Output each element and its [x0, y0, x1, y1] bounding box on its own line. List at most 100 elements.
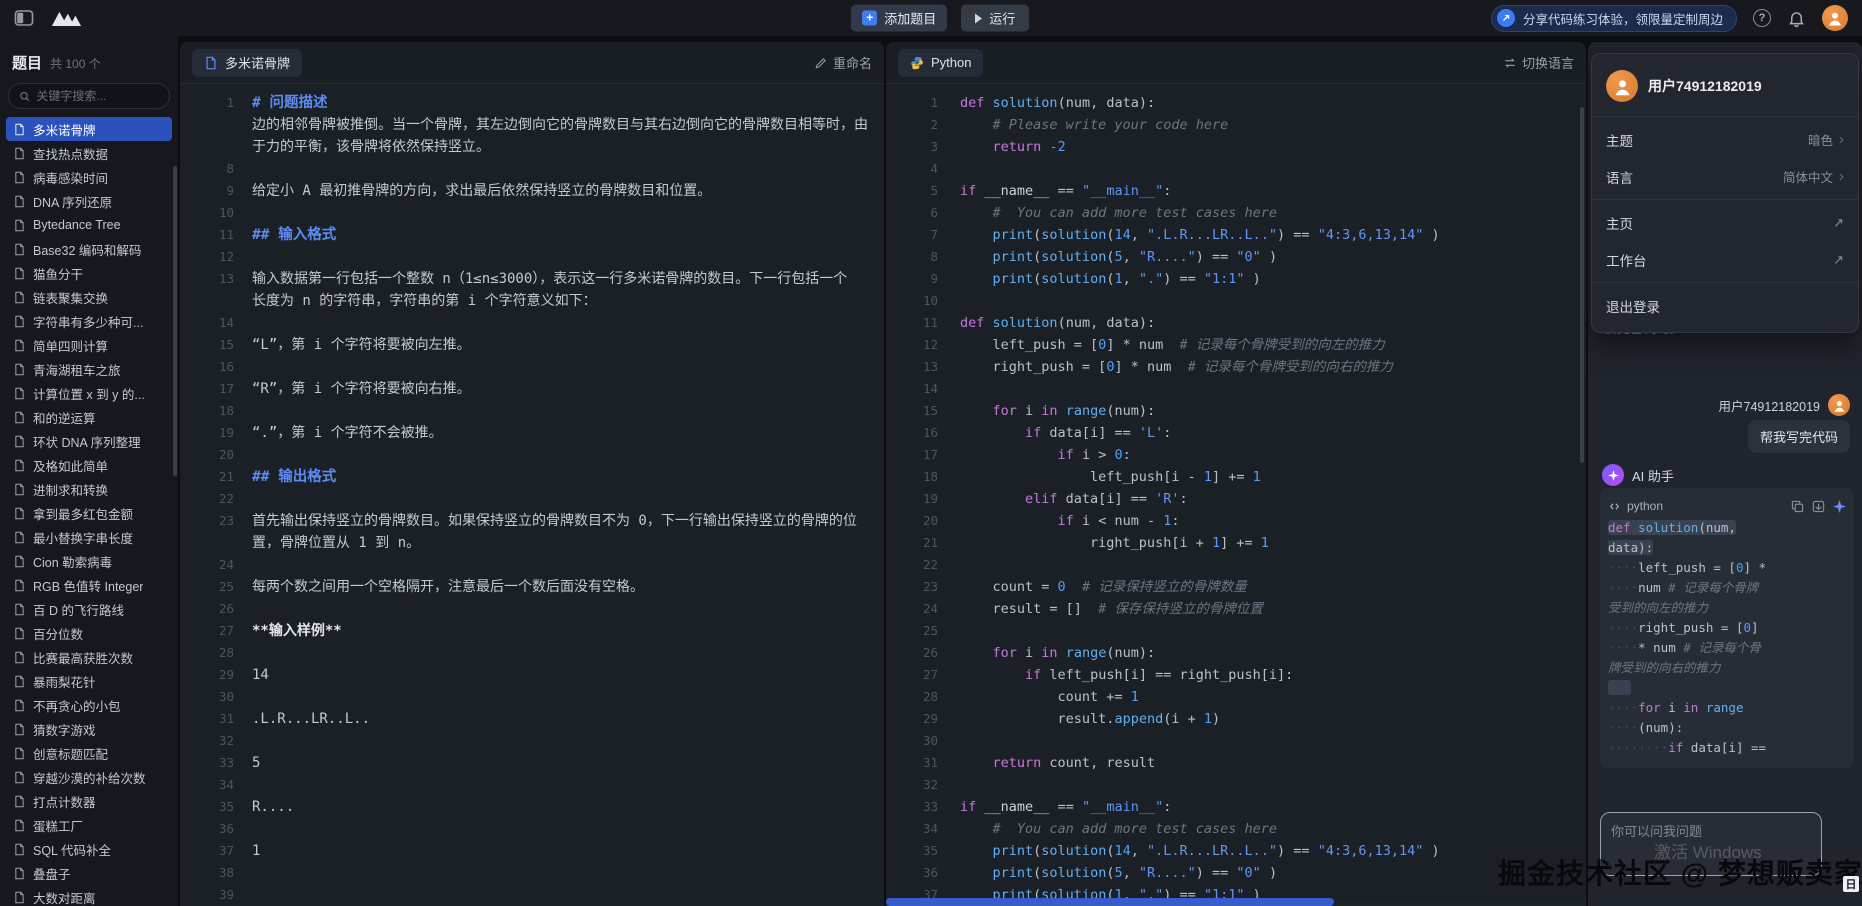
problem-line[interactable]: 边的相邻骨牌被推倒。当一个骨牌，其左边倒向它的骨牌数目与其右边倒向它的骨牌数目相…: [180, 114, 884, 136]
add-problem-button[interactable]: + 添加题目: [851, 5, 947, 32]
sidebar-item[interactable]: 叠盘子: [6, 861, 172, 885]
sidebar-item[interactable]: 及格如此简单: [6, 453, 172, 477]
code-line[interactable]: 15 for i in range(num):: [886, 400, 1586, 422]
problem-line[interactable]: 38: [180, 862, 884, 884]
problem-line[interactable]: 20: [180, 444, 884, 466]
code-line[interactable]: 13 right_push = [0] * num # 记录每个骨牌受到的向右的…: [886, 356, 1586, 378]
code-horizontal-scrollbar[interactable]: [886, 898, 1334, 906]
code-line[interactable]: 1def solution(num, data):: [886, 92, 1586, 114]
ai-chat-input-box[interactable]: [1600, 812, 1822, 876]
ai-chat-input[interactable]: [1611, 821, 1811, 867]
problem-line[interactable]: 置，骨牌位置从 1 到 n。: [180, 532, 884, 554]
user-menu-item-home[interactable]: 主页↗: [1592, 204, 1858, 241]
sidebar-item[interactable]: DNA 序列还原: [6, 189, 172, 213]
sidebar-item[interactable]: 简单四则计算: [6, 333, 172, 357]
code-line[interactable]: 6 # You can add more test cases here: [886, 202, 1586, 224]
sidebar-item[interactable]: 比赛最高获胜次数: [6, 645, 172, 669]
problem-line[interactable]: 8: [180, 158, 884, 180]
code-line[interactable]: 10: [886, 290, 1586, 312]
sidebar-item[interactable]: 穿越沙漠的补给次数: [6, 765, 172, 789]
code-line[interactable]: 33if __name__ == "__main__":: [886, 796, 1586, 818]
code-line[interactable]: 16 if data[i] == 'L':: [886, 422, 1586, 444]
sidebar-item[interactable]: 大数对距离: [6, 885, 172, 906]
problem-line[interactable]: 18: [180, 400, 884, 422]
code-line[interactable]: 17 if i > 0:: [886, 444, 1586, 466]
sidebar-item[interactable]: 计算位置 x 到 y 的...: [6, 381, 172, 405]
problem-line[interactable]: 16: [180, 356, 884, 378]
code-line[interactable]: 23 count = 0 # 记录保持竖立的骨牌数量: [886, 576, 1586, 598]
sidebar-item[interactable]: 最小替换字串长度: [6, 525, 172, 549]
problem-line[interactable]: 26: [180, 598, 884, 620]
problem-line[interactable]: 14: [180, 312, 884, 334]
problem-tab[interactable]: 多米诺骨牌: [192, 49, 302, 77]
sidebar-item[interactable]: 和的逆运算: [6, 405, 172, 429]
sparkle-icon[interactable]: [1833, 500, 1846, 513]
help-icon[interactable]: ?: [1753, 9, 1771, 27]
run-button[interactable]: 运行: [961, 5, 1029, 32]
sidebar-item[interactable]: 百分位数: [6, 621, 172, 645]
sidebar-item[interactable]: RGB 色值转 Integer: [6, 573, 172, 597]
problem-line[interactable]: 25每两个数之间用一个空格隔开，注意最后一个数后面没有空格。: [180, 576, 884, 598]
problem-line[interactable]: 长度为 n 的字符串，字符串的第 i 个字符意义如下：: [180, 290, 884, 312]
problem-line[interactable]: 11## 输入格式: [180, 224, 884, 246]
problem-line[interactable]: 于力的平衡，该骨牌将依然保持竖立。: [180, 136, 884, 158]
code-line[interactable]: 7 print(solution(14, ".L.R...LR..L..") =…: [886, 224, 1586, 246]
sidebar-item[interactable]: SQL 代码补全: [6, 837, 172, 861]
code-line[interactable]: 36 print(solution(5, "R....") == "0" ): [886, 862, 1586, 884]
problem-line[interactable]: 371: [180, 840, 884, 862]
sidebar-scrollbar[interactable]: [173, 166, 177, 476]
sidebar-item[interactable]: 拿到最多红包金额: [6, 501, 172, 525]
code-line[interactable]: 21 right_push[i + 1] += 1: [886, 532, 1586, 554]
problem-line[interactable]: 34: [180, 774, 884, 796]
code-line[interactable]: 5if __name__ == "__main__":: [886, 180, 1586, 202]
code-line[interactable]: 24 result = [] # 保存保持竖立的骨牌位置: [886, 598, 1586, 620]
notifications-bell-icon[interactable]: [1787, 9, 1806, 28]
code-line[interactable]: 4: [886, 158, 1586, 180]
code-line[interactable]: 19 elif data[i] == 'R':: [886, 488, 1586, 510]
sidebar-item[interactable]: 多米诺骨牌: [6, 117, 172, 141]
search-input[interactable]: [36, 89, 159, 103]
user-avatar[interactable]: [1822, 5, 1848, 31]
sidebar-item[interactable]: 蛋糕工厂: [6, 813, 172, 837]
code-line[interactable]: 30: [886, 730, 1586, 752]
code-line[interactable]: 26 for i in range(num):: [886, 642, 1586, 664]
share-campaign-button[interactable]: 分享代码练习体验，领限量定制周边: [1491, 5, 1737, 32]
problem-line[interactable]: 2914: [180, 664, 884, 686]
sidebar-item[interactable]: 百 D 的飞行路线: [6, 597, 172, 621]
sidebar-item[interactable]: 环状 DNA 序列整理: [6, 429, 172, 453]
sidebar-item[interactable]: 创意标题匹配: [6, 741, 172, 765]
user-menu-item-language[interactable]: 语言简体中文›: [1592, 158, 1858, 195]
problem-line[interactable]: 335: [180, 752, 884, 774]
language-tab[interactable]: Python: [898, 49, 983, 77]
search-box[interactable]: [8, 83, 170, 109]
code-vertical-scrollbar[interactable]: [1580, 107, 1584, 463]
problem-line[interactable]: 12: [180, 246, 884, 268]
problem-line[interactable]: 21## 输出格式: [180, 466, 884, 488]
sidebar-item[interactable]: 不再贪心的小包: [6, 693, 172, 717]
sidebar-item[interactable]: 进制求和转换: [6, 477, 172, 501]
sidebar-item[interactable]: 暴雨梨花针: [6, 669, 172, 693]
code-line[interactable]: 12 left_push = [0] * num # 记录每个骨牌受到的向左的推…: [886, 334, 1586, 356]
sidebar-item[interactable]: 猜数字游戏: [6, 717, 172, 741]
sidebar-item[interactable]: 字符串有多少种可...: [6, 309, 172, 333]
code-line[interactable]: 9 print(solution(1, ".") == "1:1" ): [886, 268, 1586, 290]
sidebar-item[interactable]: Base32 编码和解码: [6, 237, 172, 261]
user-menu-item-workspace[interactable]: 工作台↗: [1592, 241, 1858, 278]
code-line[interactable]: 31 return count, result: [886, 752, 1586, 774]
code-line[interactable]: 27 if left_push[i] == right_push[i]:: [886, 664, 1586, 686]
code-line[interactable]: 14: [886, 378, 1586, 400]
sidebar-item[interactable]: 病毒感染时间: [6, 165, 172, 189]
sidebar-toggle-icon[interactable]: [14, 7, 36, 29]
problem-line[interactable]: 36: [180, 818, 884, 840]
code-line[interactable]: 35 print(solution(14, ".L.R...LR..L..") …: [886, 840, 1586, 862]
problem-line[interactable]: 28: [180, 642, 884, 664]
user-menu-item-theme[interactable]: 主题暗色›: [1592, 121, 1858, 158]
sidebar-item[interactable]: 链表聚集交换: [6, 285, 172, 309]
sidebar-item[interactable]: 打点计数器: [6, 789, 172, 813]
sidebar-item[interactable]: 查找热点数据: [6, 141, 172, 165]
sidebar-item[interactable]: Cion 勒索病毒: [6, 549, 172, 573]
problem-line[interactable]: 32: [180, 730, 884, 752]
code-line[interactable]: 25: [886, 620, 1586, 642]
sidebar-item[interactable]: 猫鱼分干: [6, 261, 172, 285]
problem-line[interactable]: 22: [180, 488, 884, 510]
